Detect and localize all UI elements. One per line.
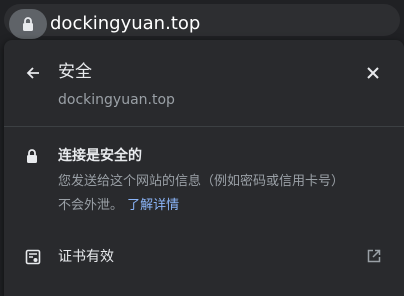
connection-description-text: 您发送给这个网站的信息（例如密码或信用卡号）不会外泄。: [58, 174, 338, 213]
security-panel: 安全 dockingyuan.top 连接是安全的 您发送给这个网站的信息（例如…: [4, 40, 404, 296]
certificate-icon: [25, 249, 41, 265]
divider: [4, 126, 404, 127]
learn-more-link[interactable]: 了解详情: [127, 198, 179, 213]
omnibox[interactable]: dockingyuan.top: [4, 4, 400, 39]
lock-icon: [23, 17, 33, 31]
site-info-button[interactable]: [9, 9, 47, 39]
site-domain: dockingyuan.top: [58, 92, 175, 108]
url-text[interactable]: dockingyuan.top: [50, 11, 200, 37]
open-certificate-button[interactable]: [366, 248, 382, 264]
connection-description: 您发送给这个网站的信息（例如密码或信用卡号）不会外泄。 了解详情: [58, 170, 340, 218]
close-button[interactable]: [362, 62, 384, 84]
panel-title: 安全: [58, 62, 92, 82]
lock-icon: [27, 149, 37, 163]
back-button[interactable]: [22, 62, 44, 84]
certificate[interactable]: [24, 248, 42, 266]
connection-lock: [24, 148, 40, 164]
close-icon: [367, 67, 379, 79]
connection-title: 连接是安全的: [58, 148, 142, 164]
external-link-icon: [367, 249, 381, 263]
certificate-label[interactable]: 证书有效: [58, 247, 114, 267]
arrow-left-icon: [26, 67, 39, 79]
address-bar: dockingyuan.top: [0, 0, 404, 40]
